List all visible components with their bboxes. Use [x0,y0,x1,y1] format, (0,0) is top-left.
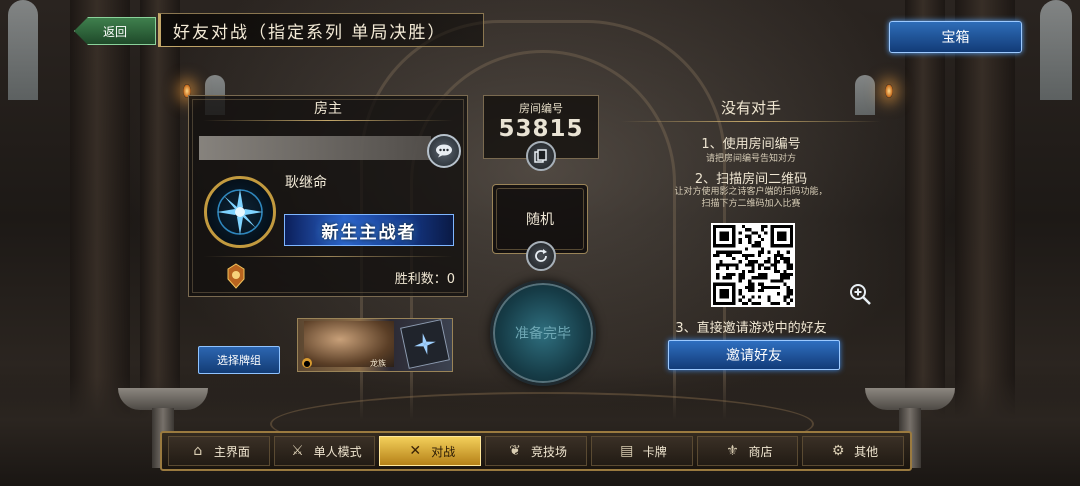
laurel-icon: ❦ [509,443,521,459]
invite-friend-label: 邀请好友 [726,348,782,364]
step1-text: 1、使用房间编号 [701,137,801,152]
win-count: 胜利数：0 [394,272,455,287]
chat-button[interactable] [427,134,461,168]
refresh-button[interactable] [526,241,556,271]
copy-icon [534,149,547,163]
page-title-text: 好友对战（指定系列 单局决胜） [173,22,447,43]
page-title: 好友对战（指定系列 单局决胜） [158,13,484,47]
nav-battle[interactable]: ✕ 对战 [379,436,482,466]
nav-arena-label: 竞技场 [531,444,568,459]
step2-hint: 让对方使用影之诗客户端的扫码功能， 扫描下方二维码加入比赛 [621,186,881,210]
copy-button[interactable] [526,141,556,171]
bottom-nav: ⌂ 主界面 ⚔ 单人模式 ✕ 对战 ❦ 竞技场 ▤ 卡牌 ⚜ 商店 ⚙ 其他 [160,431,912,471]
step3-text: 3、直接邀请游戏中的好友 [675,321,827,336]
deck-class-label: 龙族 [370,359,386,368]
player-name: 耿继命 [285,175,327,191]
step1-hint: 请把房间编号告知对方 [705,154,796,164]
nav-shop[interactable]: ⚜ 商店 [696,436,799,466]
zoom-in-icon[interactable] [848,282,872,306]
treasure-label: 宝箱 [941,30,970,46]
room-qr-code[interactable] [711,223,795,307]
opponent-panel: 没有对手 1、使用房间编号 请把房间编号告知对方 2、扫描房间二维码 让对方使用… [621,95,881,377]
nav-arena[interactable]: ❦ 竞技场 [485,436,587,466]
rank-badge: 新生主战者 [284,214,454,246]
lock-icon: ● [302,358,312,368]
opponent-divider [621,121,881,122]
back-button[interactable]: 返回 [74,17,156,45]
host-title-divider [203,120,453,121]
nav-cards-label: 卡牌 [642,444,667,459]
select-deck-button[interactable]: 选择牌组 [198,346,280,374]
nav-home[interactable]: ⌂ 主界面 [168,436,270,466]
room-number-label: 房间编号 [519,102,563,115]
step2-text: 2、扫描房间二维码 [694,172,808,187]
cards-icon: ▤ [620,443,634,459]
back-label: 返回 [102,24,127,39]
qr-code-icon [713,225,793,305]
avatar[interactable] [204,176,276,248]
rank-text: 新生主战者 [321,222,417,243]
emblem-icon [217,189,263,235]
nav-other[interactable]: ⚙ 其他 [802,436,905,466]
title-underline [158,46,478,47]
nav-battle-label: 对战 [431,444,456,459]
invite-friend-button[interactable]: 邀请好友 [668,340,840,370]
nav-single-player-label: 单人模式 [313,444,362,459]
chat-icon [436,144,452,158]
step2-hint-line1: 让对方使用影之诗客户端的扫码功能， [674,187,828,197]
refresh-icon [535,249,547,262]
select-deck-label: 选择牌组 [217,354,261,367]
crossed-swords-icon: ✕ [409,443,422,459]
deck-emblem-icon [400,319,450,369]
nav-home-label: 主界面 [213,444,250,459]
nav-other-label: 其他 [854,444,879,459]
host-divider [203,256,453,257]
ready-label: 准备完毕 [515,326,571,342]
home-icon: ⌂ [193,443,203,459]
room-number: 53815 [498,116,584,142]
dragon-class-icon [227,263,245,289]
nav-shop-label: 商店 [748,444,773,459]
host-panel: 房主 耿继命 新生主战者 胜利数：0 [188,95,468,297]
gear-icon: ⚙ [831,443,845,459]
sword-icon: ⚔ [291,443,304,459]
treasure-button[interactable]: 宝箱 [889,21,1022,53]
step2-hint-line2: 扫描下方二维码加入比赛 [701,199,801,209]
random-label: 随机 [526,212,554,228]
host-title: 房主 [314,101,342,117]
shop-icon: ⚜ [726,443,739,459]
chat-bubble-bar [199,136,431,160]
nav-single-player[interactable]: ⚔ 单人模式 [273,436,376,466]
deck-card[interactable]: ● 龙族 [297,318,453,372]
no-opponent-title: 没有对手 [720,99,781,117]
ready-button[interactable]: 准备完毕 [490,280,596,386]
nav-cards[interactable]: ▤ 卡牌 [590,436,693,466]
